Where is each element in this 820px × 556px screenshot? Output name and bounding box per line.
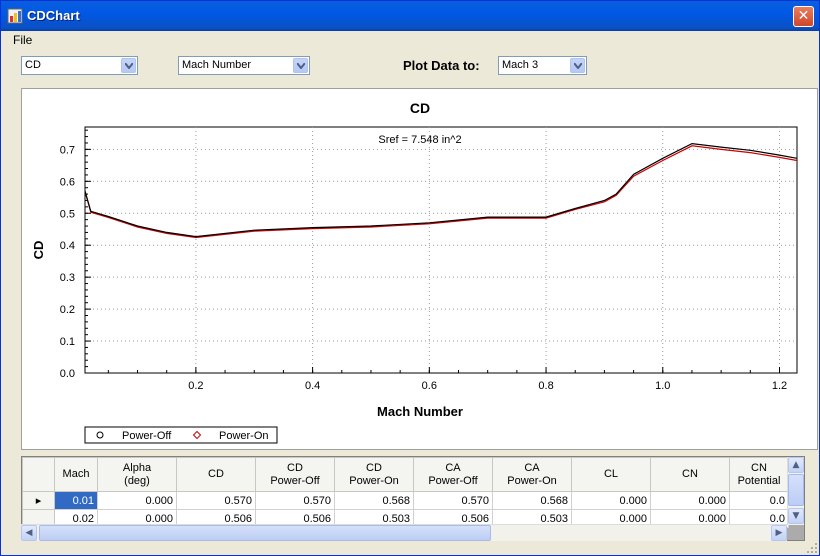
col-header[interactable]: CN: [650, 457, 730, 492]
legend: Power-Off Power-On: [84, 426, 278, 444]
y-tick-label: 0.3: [60, 272, 75, 284]
scroll-up-icon[interactable]: ▲: [788, 457, 804, 473]
grid-cell[interactable]: 0.568: [334, 491, 414, 510]
grid-horizontal-scrollbar[interactable]: ◀ ▶: [21, 524, 787, 541]
x-tick-label: 1.2: [772, 380, 787, 392]
grid-header-row: Mach Alpha (deg) CD CD Power-Off CD Power-O…: [22, 457, 789, 492]
col-header[interactable]: CD Power-Off: [255, 457, 335, 492]
col-header[interactable]: Mach: [54, 457, 98, 492]
close-button[interactable]: ✕: [793, 6, 814, 27]
y-tick-label: 0.2: [60, 304, 75, 316]
series-layer: [85, 142, 797, 239]
grid-cell[interactable]: 0.568: [492, 491, 572, 510]
resize-grip-icon[interactable]: [805, 541, 819, 555]
x-tick-label: 0.4: [305, 380, 320, 392]
col-header[interactable]: CN Potential: [729, 457, 789, 492]
sref-annotation: Sref = 7.548 in^2: [378, 134, 461, 146]
title-bar[interactable]: CDChart ✕: [1, 1, 819, 31]
scroll-left-icon[interactable]: ◀: [21, 525, 37, 541]
col-header[interactable]: Alpha (deg): [97, 457, 177, 492]
grid-cell[interactable]: 0.000: [97, 491, 177, 510]
menu-file[interactable]: File: [13, 33, 32, 47]
row-header[interactable]: ▸: [22, 491, 55, 510]
chart-panel: CD 0.2 0.4 0.6 0.8 1.0 1.2 0.0 0.1 0.2 0.3 0.4 0.5 0…: [21, 88, 818, 450]
toolbar: CD Mach Number Plot Data to: Mach 3: [1, 50, 819, 88]
col-header[interactable]: CD: [176, 457, 256, 492]
grid-cell[interactable]: 0.0: [729, 491, 789, 510]
y-tick-label: 0.5: [60, 208, 75, 220]
scroll-down-icon[interactable]: ▼: [788, 508, 804, 524]
series-line-power-on: [85, 145, 797, 239]
x-tick-label: 0.2: [188, 380, 203, 392]
chart-title: CD: [410, 100, 430, 116]
table-row[interactable]: ▸ 0.01 0.000 0.570 0.570 0.568 0.570 0.568 0.000…: [22, 491, 789, 510]
app-icon: [7, 8, 23, 24]
plot-area: [84, 126, 798, 374]
x-axis-label: Mach Number: [377, 404, 463, 419]
col-header[interactable]: CL: [571, 457, 651, 492]
window-title: CDChart: [27, 8, 80, 23]
grid-cell[interactable]: 0.01: [54, 491, 98, 510]
x-variable-select[interactable]: Mach Number: [178, 56, 310, 75]
col-header[interactable]: CA Power-Off: [413, 457, 493, 492]
chevron-down-icon[interactable]: [293, 58, 308, 73]
horizontal-scroll-thumb[interactable]: [39, 525, 491, 541]
menu-bar: File: [1, 31, 819, 50]
x-tick-label: 0.8: [538, 380, 553, 392]
app-window: CDChart ✕ File CD Mach Number Plot Data …: [0, 0, 820, 556]
x-tick-label: 0.6: [422, 380, 437, 392]
y-variable-value: CD: [25, 59, 41, 71]
grid-corner: [22, 457, 55, 492]
cd-chart: CD 0.2 0.4 0.6 0.8 1.0 1.20.00.10.20.30.40.50…: [31, 100, 798, 444]
vertical-scroll-thumb[interactable]: [788, 474, 804, 506]
legend-power-off: Power-Off: [122, 430, 172, 442]
grid-cell[interactable]: 0.570: [413, 491, 493, 510]
chevron-down-icon[interactable]: [121, 58, 136, 73]
x-tick-label: 1.0: [655, 380, 670, 392]
plot-target-value: Mach 3: [502, 59, 539, 71]
grid-lines: [85, 127, 797, 373]
grid-cell[interactable]: 0.570: [176, 491, 256, 510]
plot-data-label: Plot Data to:: [403, 58, 480, 73]
y-variable-select[interactable]: CD: [21, 56, 138, 75]
grid-cell[interactable]: 0.000: [571, 491, 651, 510]
plot-target-select[interactable]: Mach 3: [498, 56, 587, 75]
x-variable-value: Mach Number: [182, 59, 252, 71]
grid-cell[interactable]: 0.000: [650, 491, 730, 510]
y-tick-label: 0.4: [60, 240, 75, 252]
col-header[interactable]: CA Power-On: [492, 457, 572, 492]
col-header[interactable]: CD Power-On: [334, 457, 414, 492]
scroll-right-icon[interactable]: ▶: [771, 525, 787, 541]
y-tick-label: 0.6: [60, 176, 75, 188]
y-tick-label: 0.1: [60, 336, 75, 348]
axis-ticks: 0.2 0.4 0.6 0.8 1.0 1.2 0.0 0.1 0.2 0.3 0.4 0.5 0.6 0…: [60, 144, 787, 392]
grid-cell[interactable]: 0.570: [255, 491, 335, 510]
y-axis-label: CD: [31, 241, 46, 260]
legend-power-on: Power-On: [219, 430, 269, 442]
data-table: Mach Alpha (deg) CD CD Power-Off CD Power-O…: [22, 457, 789, 528]
grid-vertical-scrollbar[interactable]: ▲ ▼: [787, 457, 804, 525]
y-tick-label: 0.7: [60, 144, 75, 156]
chevron-down-icon[interactable]: [570, 58, 585, 73]
y-tick-label: 0.0: [60, 368, 75, 380]
